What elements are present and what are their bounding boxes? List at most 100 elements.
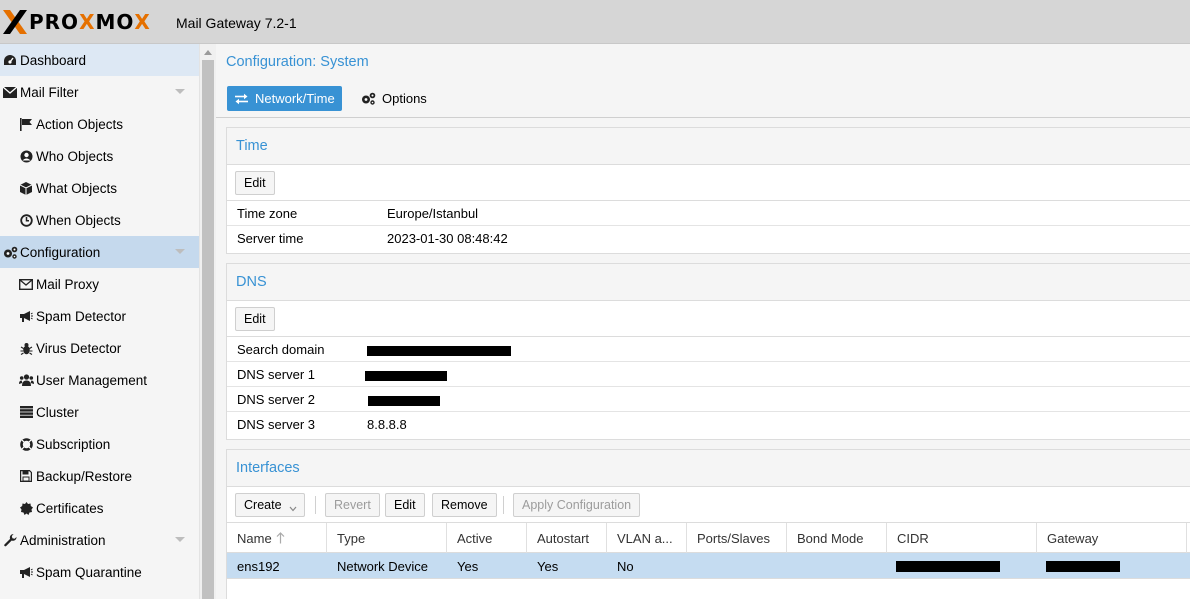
- collapse-chevron-icon[interactable]: [175, 89, 185, 94]
- create-menu-button[interactable]: Create: [235, 493, 305, 517]
- kv-row-dns-server-2[interactable]: DNS server 2: [227, 387, 1190, 412]
- column-header-gateway[interactable]: Gateway: [1037, 523, 1187, 553]
- redacted-value-bar: [367, 346, 511, 356]
- top-header: PRO X MO X Mail Gateway 7.2-1: [0, 0, 1190, 44]
- dns-panel-title: DNS: [227, 264, 1190, 301]
- cell-active: Yes: [457, 558, 479, 574]
- chevron-down-icon: [289, 501, 297, 515]
- nav-mail-filter-label: Mail Filter: [20, 84, 79, 100]
- time-toolbar: Edit: [227, 165, 1190, 201]
- column-header-autostart[interactable]: Autostart: [527, 523, 607, 553]
- kv-row-search-domain[interactable]: Search domain: [227, 337, 1190, 362]
- lifebuoy-icon: [18, 436, 34, 452]
- apply-configuration-button[interactable]: Apply Configuration: [513, 493, 641, 517]
- nav-what-objects-label: What Objects: [36, 180, 118, 196]
- dashboard-icon: [2, 52, 18, 68]
- redacted-gateway-bar: [1046, 561, 1120, 572]
- bullhorn-icon: [18, 308, 34, 324]
- logo-wordmark: PRO X MO X: [29, 10, 151, 34]
- nav-user-management[interactable]: User Management: [0, 364, 199, 396]
- interface-edit-button[interactable]: Edit: [385, 493, 425, 517]
- certificate-icon: [18, 500, 34, 516]
- server-icon: [18, 404, 34, 420]
- dns-edit-button[interactable]: Edit: [235, 307, 275, 331]
- kv-key: DNS server 2: [237, 392, 316, 407]
- toolbar-separator: [315, 496, 316, 514]
- nav-spam-quarantine[interactable]: Spam Quarantine: [0, 556, 199, 588]
- sort-ascending-icon: [276, 532, 285, 544]
- time-edit-button[interactable]: Edit: [235, 171, 275, 195]
- nav-backup-restore[interactable]: Backup/Restore: [0, 460, 199, 492]
- nav-configuration[interactable]: Configuration: [0, 236, 199, 268]
- remove-button[interactable]: Remove: [432, 493, 497, 517]
- collapse-chevron-icon[interactable]: [175, 537, 185, 542]
- nav-configuration-label: Configuration: [20, 244, 101, 260]
- nav-when-objects[interactable]: When Objects: [0, 204, 199, 236]
- nav-what-objects[interactable]: What Objects: [0, 172, 199, 204]
- flag-icon: [18, 116, 34, 132]
- dns-panel: DNS Edit Search domain DNS server 1 DNS …: [226, 263, 1190, 440]
- interfaces-panel: Interfaces Create Revert Edit Remove App…: [226, 449, 1190, 599]
- column-header-cidr[interactable]: CIDR: [887, 523, 1037, 553]
- nav-mail-filter[interactable]: Mail Filter: [0, 76, 199, 108]
- interfaces-panel-title: Interfaces: [227, 450, 1190, 487]
- nav-action-objects[interactable]: Action Objects: [0, 108, 199, 140]
- users-icon: [18, 372, 34, 388]
- column-header-bond-mode[interactable]: Bond Mode: [787, 523, 887, 553]
- exchange-icon: [234, 93, 249, 105]
- interfaces-toolbar: Create Revert Edit Remove Apply Configur…: [227, 487, 1190, 523]
- nav-spam-quarantine-label: Spam Quarantine: [36, 564, 142, 580]
- nav-administration[interactable]: Administration: [0, 524, 199, 556]
- cell-type: Network Device: [337, 558, 429, 574]
- column-header-vlan-aware[interactable]: VLAN a...: [607, 523, 687, 553]
- column-header-active[interactable]: Active: [447, 523, 527, 553]
- kv-row-dns-server-3[interactable]: DNS server 3 8.8.8.8: [227, 412, 1190, 437]
- main-content: Configuration: System Network/Time Optio…: [216, 44, 1190, 599]
- column-header-name[interactable]: Name: [227, 523, 327, 553]
- scroll-up-arrow-icon[interactable]: [204, 50, 212, 55]
- proxmox-x-logo-icon: [3, 10, 27, 34]
- nav-mail-proxy[interactable]: Mail Proxy: [0, 268, 199, 300]
- nav-who-objects[interactable]: Who Objects: [0, 140, 199, 172]
- nav-certificates[interactable]: Certificates: [0, 492, 199, 524]
- kv-row-dns-server-1[interactable]: DNS server 1: [227, 362, 1190, 387]
- nav-dashboard[interactable]: Dashboard: [0, 44, 199, 76]
- kv-value: Europe/Istanbul: [387, 206, 479, 221]
- redacted-value-bar: [365, 371, 447, 381]
- kv-key: Time zone: [237, 206, 298, 221]
- gears-icon: [2, 244, 18, 260]
- tab-options-label: Options: [382, 91, 427, 106]
- nav-cluster[interactable]: Cluster: [0, 396, 199, 428]
- time-panel-title: Time: [227, 128, 1190, 165]
- table-row[interactable]: ens192 Network Device Yes Yes No: [227, 553, 1190, 579]
- nav-action-objects-label: Action Objects: [36, 116, 124, 132]
- column-header-type[interactable]: Type: [327, 523, 447, 553]
- column-header-label: Name: [237, 530, 272, 546]
- nav-subscription[interactable]: Subscription: [0, 428, 199, 460]
- tab-options[interactable]: Options: [354, 86, 434, 111]
- nav-spam-detector[interactable]: Spam Detector: [0, 300, 199, 332]
- kv-row-server-time[interactable]: Server time 2023-01-30 08:48:42: [227, 226, 1190, 251]
- cube-icon: [18, 180, 34, 196]
- redacted-cidr-bar: [896, 561, 1000, 572]
- column-header-ports-slaves[interactable]: Ports/Slaves: [687, 523, 787, 553]
- wrench-icon: [2, 532, 18, 548]
- floppy-icon: [18, 468, 34, 484]
- cell-bond-mode: [787, 553, 797, 579]
- cell-name: ens192: [237, 558, 280, 574]
- nav-virus-detector[interactable]: Virus Detector: [0, 332, 199, 364]
- proxmox-logo[interactable]: PRO X MO X: [2, 9, 151, 35]
- collapse-chevron-icon[interactable]: [175, 249, 185, 254]
- tab-network-time[interactable]: Network/Time: [227, 86, 342, 111]
- time-panel: Time Edit Time zone Europe/Istanbul Serv…: [226, 127, 1190, 254]
- kv-row-time-zone[interactable]: Time zone Europe/Istanbul: [227, 201, 1190, 226]
- nav-mail-proxy-label: Mail Proxy: [36, 276, 100, 292]
- scrollbar-thumb[interactable]: [202, 60, 214, 599]
- nav-when-objects-label: When Objects: [36, 212, 121, 228]
- nav-administration-label: Administration: [20, 532, 106, 548]
- revert-button[interactable]: Revert: [325, 493, 380, 517]
- sidebar-scrollbar[interactable]: [199, 44, 216, 599]
- nav-spam-detector-label: Spam Detector: [36, 308, 127, 324]
- nav-who-objects-label: Who Objects: [36, 148, 114, 164]
- page-title: Configuration: System: [226, 54, 369, 70]
